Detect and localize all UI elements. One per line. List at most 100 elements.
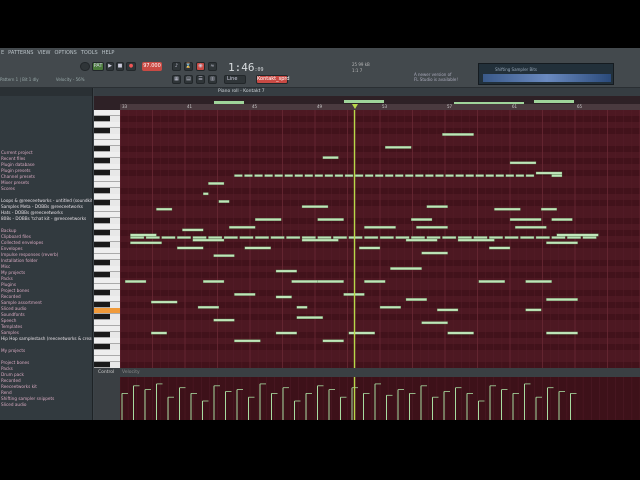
note: [426, 236, 441, 239]
velocity-label[interactable]: Velocity: [122, 370, 140, 375]
bar-number: 61: [512, 104, 518, 109]
note: [415, 174, 424, 177]
mixer-icon[interactable]: ▦: [172, 75, 181, 84]
note: [390, 267, 422, 270]
note: [515, 174, 525, 177]
note: [485, 174, 494, 177]
polyphony-readout: 1:1 7: [352, 68, 363, 73]
bar-number: 57: [447, 104, 453, 109]
tempo-display[interactable]: 97.000: [142, 62, 162, 71]
mode-select[interactable]: Line: [224, 75, 246, 84]
note: [455, 174, 464, 177]
note: [264, 174, 273, 177]
note: [364, 280, 386, 283]
note: [442, 236, 457, 239]
note: [208, 182, 225, 185]
note: [405, 238, 438, 242]
piano-roll-toolbar: Piano roll - Kontakt 7: [94, 88, 640, 96]
note: [411, 236, 425, 239]
note: [478, 280, 505, 283]
note: [130, 236, 145, 239]
wait-input-icon[interactable]: ⌛: [184, 62, 193, 71]
control-label[interactable]: Control: [98, 370, 114, 375]
note: [213, 254, 235, 258]
browser-toolbar: [0, 88, 92, 96]
note: [255, 218, 282, 221]
note: [379, 305, 401, 309]
piano-roll-title: Piano roll - Kontakt 7: [218, 89, 265, 94]
menu-item[interactable]: TOOLS: [80, 50, 99, 58]
note: [275, 295, 292, 299]
top-toolbar: E PATTERNS VIEW OPTIONS TOOLS HELP PAT ▶ ■ ● …: [0, 48, 640, 88]
pattern-block[interactable]: [534, 100, 574, 103]
note: [546, 298, 578, 301]
note: [192, 236, 207, 239]
note: [284, 174, 293, 177]
master-volume-knob[interactable]: [80, 62, 90, 71]
blend-notes-icon[interactable]: ≈: [208, 62, 217, 71]
note: [411, 218, 433, 221]
note: [286, 236, 301, 239]
note: [445, 174, 454, 177]
menu-item[interactable]: PATTERNS: [7, 50, 34, 58]
browser-item[interactable]: 808s - DOBBs 'tchat kit - @reeceetworks: [0, 216, 92, 222]
note: [546, 241, 578, 245]
note: [551, 236, 566, 239]
browser-item[interactable]: Sliced audio: [0, 402, 92, 408]
note: [317, 218, 344, 221]
note-grid[interactable]: [120, 110, 640, 368]
playhead-marker[interactable]: [351, 104, 358, 109]
note: [203, 192, 209, 196]
pattern-mode-button[interactable]: PAT: [92, 62, 104, 71]
note: [322, 339, 344, 343]
menu-item[interactable]: VIEW: [36, 50, 51, 58]
note: [177, 246, 204, 250]
time-sub: :09: [254, 67, 264, 73]
note: [465, 174, 474, 177]
record-button[interactable]: ●: [126, 62, 136, 71]
playlist-icon[interactable]: ☰: [196, 75, 205, 84]
note: [395, 236, 410, 239]
countdown-icon[interactable]: ◉: [196, 62, 205, 71]
event-editor-gutter: [94, 377, 120, 420]
browser-item[interactable]: Hip Hop samplestash (reeceetworks & crea…: [0, 336, 92, 342]
note: [254, 174, 263, 177]
piano-roll-icon[interactable]: ▥: [208, 75, 217, 84]
menu-item[interactable]: OPTIONS: [53, 50, 77, 58]
velocity-editor[interactable]: [120, 377, 640, 420]
note: [364, 174, 374, 177]
stop-button[interactable]: ■: [116, 62, 124, 71]
note: [244, 246, 271, 250]
note: [535, 236, 550, 239]
note: [182, 228, 204, 232]
note: [197, 305, 219, 309]
note: [567, 236, 581, 239]
play-button[interactable]: ▶: [106, 62, 114, 71]
note: [301, 238, 339, 242]
note: [379, 236, 394, 239]
metronome-icon[interactable]: ♪: [172, 62, 181, 71]
news-panel[interactable]: A newer version of FL Studio is availabl…: [414, 72, 458, 82]
channel-select[interactable]: Kontakt_sprd: [256, 75, 290, 84]
note: [145, 236, 160, 239]
menu-item[interactable]: HELP: [101, 50, 116, 58]
time-display[interactable]: 1:46:09: [228, 61, 264, 74]
note: [223, 236, 238, 239]
note: [192, 238, 225, 242]
note: [494, 207, 521, 211]
note: [125, 280, 147, 283]
menu-item[interactable]: E: [0, 50, 5, 58]
note: [495, 174, 504, 177]
channel-rack-icon[interactable]: ▤: [184, 75, 193, 84]
note: [509, 161, 537, 165]
pattern-block[interactable]: [344, 100, 384, 103]
note: [505, 174, 515, 177]
note: [426, 205, 448, 209]
note: [322, 156, 339, 159]
piano-keyboard[interactable]: [94, 110, 120, 368]
note: [447, 331, 474, 335]
note: [395, 174, 404, 177]
note: [275, 269, 297, 273]
note: [473, 236, 488, 239]
note: [324, 174, 334, 177]
